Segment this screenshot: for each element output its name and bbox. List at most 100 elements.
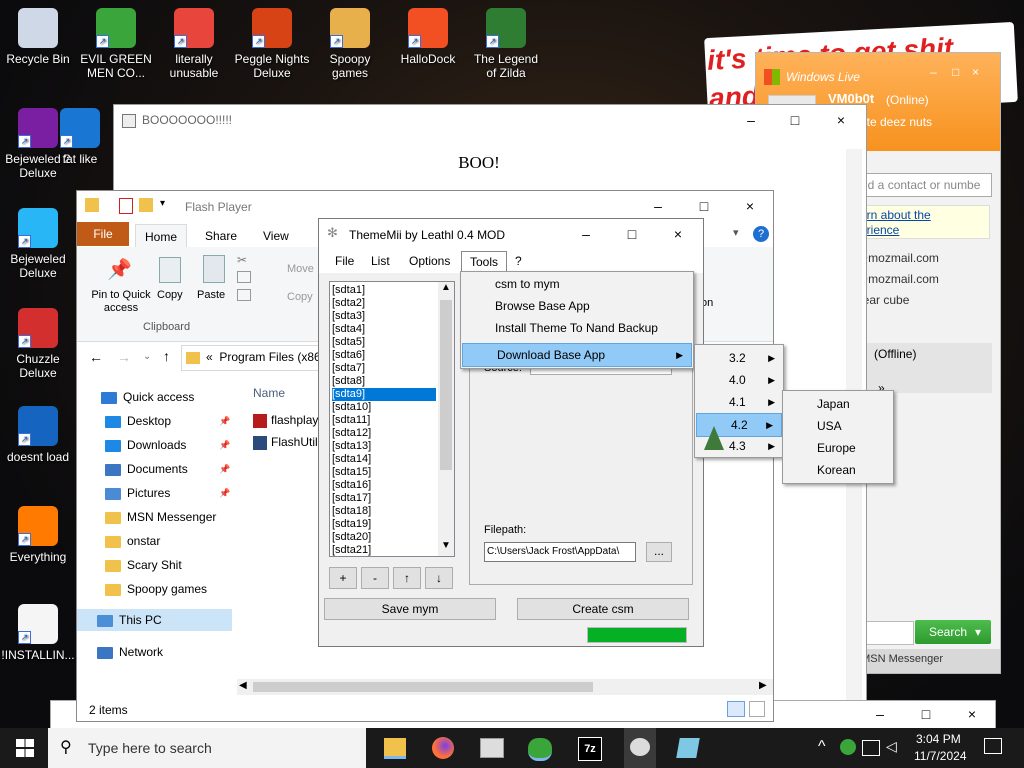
menu-item-install-theme[interactable]: Install Theme To Nand Backup [461, 317, 693, 339]
sidebar-item-5[interactable]: onstar [105, 530, 160, 552]
list-item[interactable]: [sdta14] [332, 453, 436, 466]
pin-icon[interactable]: 📌 [219, 458, 230, 480]
desktop-icon[interactable]: ↗ doesnt load [0, 406, 76, 464]
desktop-icon[interactable]: ↗ EVIL GREEN MEN CO... [78, 8, 154, 80]
horizontal-scrollbar[interactable]: ◀ ▶ [237, 679, 773, 695]
list-item[interactable]: [sdta21] [332, 544, 436, 556]
desktop-icon[interactable]: ↗ Bejeweled Deluxe [0, 208, 76, 280]
back-arrow-icon[interactable]: ← [89, 349, 103, 365]
cut-icon[interactable]: ✂ [237, 253, 247, 267]
list-item[interactable]: [sdta3] [332, 310, 436, 323]
menu-list[interactable]: List [371, 249, 390, 273]
paste-shortcut-icon[interactable] [237, 289, 251, 301]
list-item[interactable]: [sdta12] [332, 427, 436, 440]
list-item[interactable]: [sdta9] [332, 388, 436, 401]
offline-label[interactable]: (Offline) [874, 347, 916, 361]
network-icon[interactable] [862, 740, 880, 756]
sidebar-item-7[interactable]: Spoopy games [105, 578, 207, 600]
desktop-icon[interactable]: ↗ Peggle Nights Deluxe [234, 8, 310, 80]
list-item[interactable]: [sdta17] [332, 492, 436, 505]
msn-minimize-button[interactable]: – [930, 65, 937, 79]
msn-close-button[interactable]: × [972, 65, 979, 79]
region-item[interactable]: Korean [783, 459, 893, 481]
bg-close-button[interactable]: × [949, 699, 995, 729]
sidebar-item-0[interactable]: Desktop 📌 [105, 410, 230, 432]
version-item[interactable]: 4.0 ▶ [695, 369, 783, 391]
explorer-maximize-button[interactable]: □ [681, 191, 727, 221]
system-info-taskbar-icon[interactable] [480, 738, 504, 758]
desktop-icon[interactable]: ↗ fat like [60, 108, 100, 166]
desktop-icon[interactable]: ↗ HalloDock [390, 8, 466, 66]
column-header-name[interactable]: Name [253, 386, 285, 400]
ribbon-tab-file[interactable]: File [77, 222, 129, 246]
ribbon-tab-share[interactable]: Share [205, 224, 237, 248]
thememii-close-button[interactable]: × [655, 219, 701, 249]
clock-time[interactable]: 3:04 PM [916, 732, 961, 746]
thememii-taskbar-icon[interactable] [624, 728, 656, 768]
list-item[interactable]: [sdta5] [332, 336, 436, 349]
ribbon-tab-view[interactable]: View [263, 224, 289, 248]
list-item[interactable]: [sdta20] [332, 531, 436, 544]
contact-item[interactable]: @mozmail.com [856, 272, 988, 293]
volume-icon[interactable]: ◁ [886, 738, 897, 755]
sidebar-item-4[interactable]: MSN Messenger [105, 506, 216, 528]
list-item[interactable]: [sdta16] [332, 479, 436, 492]
sevenzip-taskbar-icon[interactable]: 7z [578, 737, 602, 761]
desktop-icon[interactable]: ↗ Spoopy games [312, 8, 388, 80]
pin-icon[interactable]: 📌 [219, 410, 230, 432]
explorer-minimize-button[interactable]: – [635, 191, 681, 221]
desktop-icon[interactable]: ↗ Chuzzle Deluxe [0, 308, 76, 380]
learn-more-link[interactable]: arn about the [860, 208, 931, 222]
remove-slot-button[interactable]: - [361, 567, 389, 589]
list-item[interactable]: [sdta6] [332, 349, 436, 362]
version-item[interactable]: 3.2 ▶ [695, 347, 783, 369]
thememii-maximize-button[interactable]: □ [609, 219, 655, 249]
msn-personal-message[interactable]: rate deez nuts [856, 115, 932, 129]
list-item[interactable]: [sdta1] [332, 284, 436, 297]
pin-to-quick-access-button[interactable]: Pin to Quick access [81, 289, 161, 315]
list-item[interactable]: [sdta15] [332, 466, 436, 479]
menu-item-download-base-app[interactable]: Download Base App ▶ [462, 343, 692, 367]
large-icons-view-icon[interactable] [749, 701, 765, 717]
create-csm-button[interactable]: Create csm [517, 598, 689, 620]
bg-minimize-button[interactable]: – [857, 699, 903, 729]
menu-tools[interactable]: Tools [461, 251, 508, 272]
start-windows-icon[interactable] [16, 739, 34, 757]
region-item[interactable]: Japan [783, 393, 893, 415]
move-up-button[interactable]: ↑ [393, 567, 421, 589]
list-item[interactable]: [sdta11] [332, 414, 436, 427]
clock-date[interactable]: 11/7/2024 [914, 749, 967, 763]
copy-button[interactable]: Copy [157, 289, 183, 301]
taskbar-search-box[interactable]: ⚲ Type here to search [48, 728, 366, 768]
list-item[interactable]: [sdta13] [332, 440, 436, 453]
slot-list-scrollbar[interactable]: ▲ ▼ [438, 282, 454, 556]
pin-icon[interactable]: 📌 [219, 482, 230, 504]
new-folder-icon[interactable] [139, 198, 153, 212]
sidebar-item-6[interactable]: Scary Shit [105, 554, 182, 576]
scroll-thumb[interactable] [253, 682, 593, 692]
list-item[interactable]: [sdta10] [332, 401, 436, 414]
boo-minimize-button[interactable]: – [728, 105, 774, 135]
filepath-input[interactable]: C:\Users\Jack Frost\AppData\ [484, 542, 636, 562]
firefox-taskbar-icon[interactable] [432, 737, 454, 759]
list-item[interactable]: FlashUtil [253, 435, 318, 450]
web-search-button[interactable]: Search ▾ [915, 620, 991, 644]
ribbon-expand-icon[interactable]: ▾ [733, 226, 739, 239]
move-to-button[interactable]: Move [287, 263, 314, 275]
browse-button[interactable]: ... [646, 542, 672, 562]
msn-maximize-button[interactable]: □ [952, 65, 959, 79]
contact-item[interactable]: @mozmail.com [856, 251, 988, 272]
notes-taskbar-icon[interactable] [676, 738, 700, 758]
scroll-up-icon[interactable]: ▲ [441, 282, 451, 293]
list-item[interactable]: [sdta18] [332, 505, 436, 518]
list-item[interactable]: [sdta7] [332, 362, 436, 375]
menu-item-browse-base-app[interactable]: Browse Base App [461, 295, 693, 317]
msn-tray-icon[interactable] [840, 739, 856, 755]
desktop-icon[interactable]: ↗ The Legend of Zilda [468, 8, 544, 80]
details-view-icon[interactable] [727, 701, 745, 717]
sidebar-item-1[interactable]: Downloads 📌 [105, 434, 230, 456]
list-item[interactable]: [sdta19] [332, 518, 436, 531]
contact-item[interactable]: bear cube [856, 293, 988, 314]
menu-item-csm-to-mym[interactable]: csm to mym [461, 273, 693, 295]
copy-path-icon[interactable] [237, 271, 251, 283]
